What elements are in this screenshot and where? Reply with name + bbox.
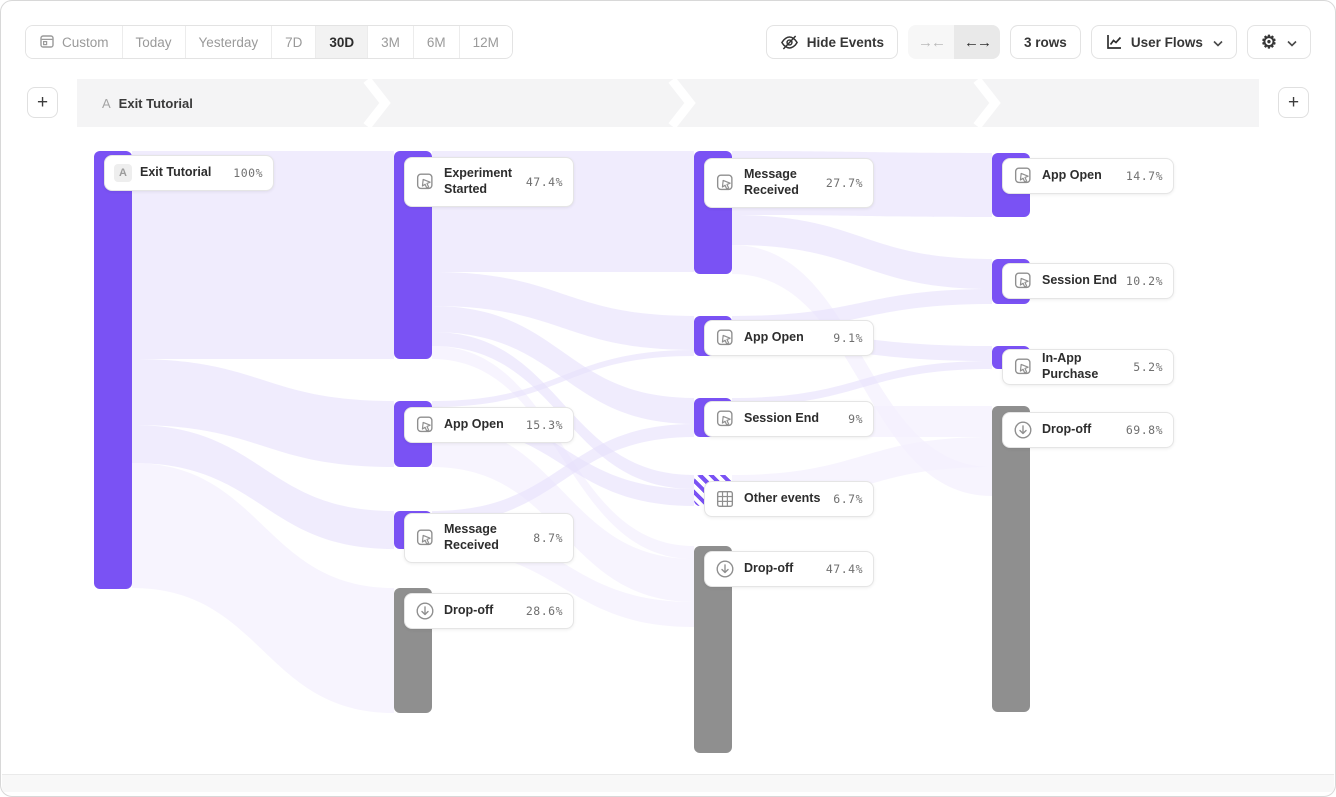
flow-node-label: Other events <box>744 491 825 507</box>
event-icon <box>1012 165 1034 187</box>
flow-node-card-c2-message-received[interactable]: Message Received 8.7% <box>404 513 574 563</box>
flow-node-percent: 69.8% <box>1126 423 1163 437</box>
user-flows-app: Custom Today Yesterday 7D 30D 3M <box>0 0 1336 797</box>
event-icon <box>714 408 736 430</box>
flow-node-percent: 47.4% <box>526 175 563 189</box>
flow-node-card-c4-session-end[interactable]: Session End 10.2% <box>1002 263 1174 299</box>
flow-node-label: Experiment Started <box>444 166 518 197</box>
flow-node-label: App Open <box>744 330 825 346</box>
event-icon <box>1012 356 1034 378</box>
flow-node-percent: 27.7% <box>826 176 863 190</box>
flow-node-card-c2-experiment-started[interactable]: Experiment Started 47.4% <box>404 157 574 207</box>
sankey-links <box>1 1 1336 797</box>
flow-node-percent: 5.2% <box>1133 360 1163 374</box>
flow-node-label: App Open <box>1042 168 1118 184</box>
event-icon <box>714 172 736 194</box>
flow-node-label: Drop-off <box>1042 422 1118 438</box>
drop-off-icon <box>1012 419 1034 441</box>
flow-node-label: Drop-off <box>444 603 518 619</box>
flow-node-card-c1-exit-tutorial[interactable]: A Exit Tutorial 100% <box>104 155 274 191</box>
flow-node-card-c2-app-open[interactable]: App Open 15.3% <box>404 407 574 443</box>
flow-node-percent: 9.1% <box>833 331 863 345</box>
flow-node-card-c3-message-received[interactable]: Message Received 27.7% <box>704 158 874 208</box>
flow-node-percent: 47.4% <box>826 562 863 576</box>
flow-node-label: In-App Purchase <box>1042 351 1125 382</box>
flow-node-card-c3-app-open[interactable]: App Open 9.1% <box>704 320 874 356</box>
flow-node-percent: 9% <box>848 412 863 426</box>
flow-node-card-c3-session-end[interactable]: Session End 9% <box>704 401 874 437</box>
flow-node-card-c4-app-open[interactable]: App Open 14.7% <box>1002 158 1174 194</box>
flow-node-percent: 6.7% <box>833 492 863 506</box>
flow-node-label: App Open <box>444 417 518 433</box>
event-icon <box>714 327 736 349</box>
flow-node-percent: 100% <box>233 166 263 180</box>
grid-icon <box>714 488 736 510</box>
flow-node-card-c2-drop-off[interactable]: Drop-off 28.6% <box>404 593 574 629</box>
flow-node-label: Drop-off <box>744 561 818 577</box>
flow-node-label: Exit Tutorial <box>140 165 225 181</box>
flow-node-percent: 28.6% <box>526 604 563 618</box>
flow-node-bar-c4-drop-off[interactable] <box>992 406 1030 712</box>
event-icon <box>414 414 436 436</box>
flow-node-card-c3-other-events[interactable]: Other events 6.7% <box>704 481 874 517</box>
flow-node-label: Session End <box>744 411 840 427</box>
flow-node-card-c3-drop-off[interactable]: Drop-off 47.4% <box>704 551 874 587</box>
flow-node-percent: 10.2% <box>1126 274 1163 288</box>
drop-off-icon <box>714 558 736 580</box>
step-a-badge: A <box>114 164 132 182</box>
event-icon <box>1012 270 1034 292</box>
drop-off-icon <box>414 600 436 622</box>
flow-node-label: Message Received <box>444 522 525 553</box>
flow-node-percent: 15.3% <box>526 418 563 432</box>
flow-node-card-c4-drop-off[interactable]: Drop-off 69.8% <box>1002 412 1174 448</box>
flow-node-bar-c1-exit-tutorial[interactable] <box>94 151 132 589</box>
flow-node-percent: 14.7% <box>1126 169 1163 183</box>
flow-node-card-c4-in-app-purchase[interactable]: In-App Purchase 5.2% <box>1002 349 1174 385</box>
flow-node-percent: 8.7% <box>533 531 563 545</box>
event-icon <box>414 527 436 549</box>
flow-node-label: Message Received <box>744 167 818 198</box>
event-icon <box>414 171 436 193</box>
flow-node-label: Session End <box>1042 273 1118 289</box>
